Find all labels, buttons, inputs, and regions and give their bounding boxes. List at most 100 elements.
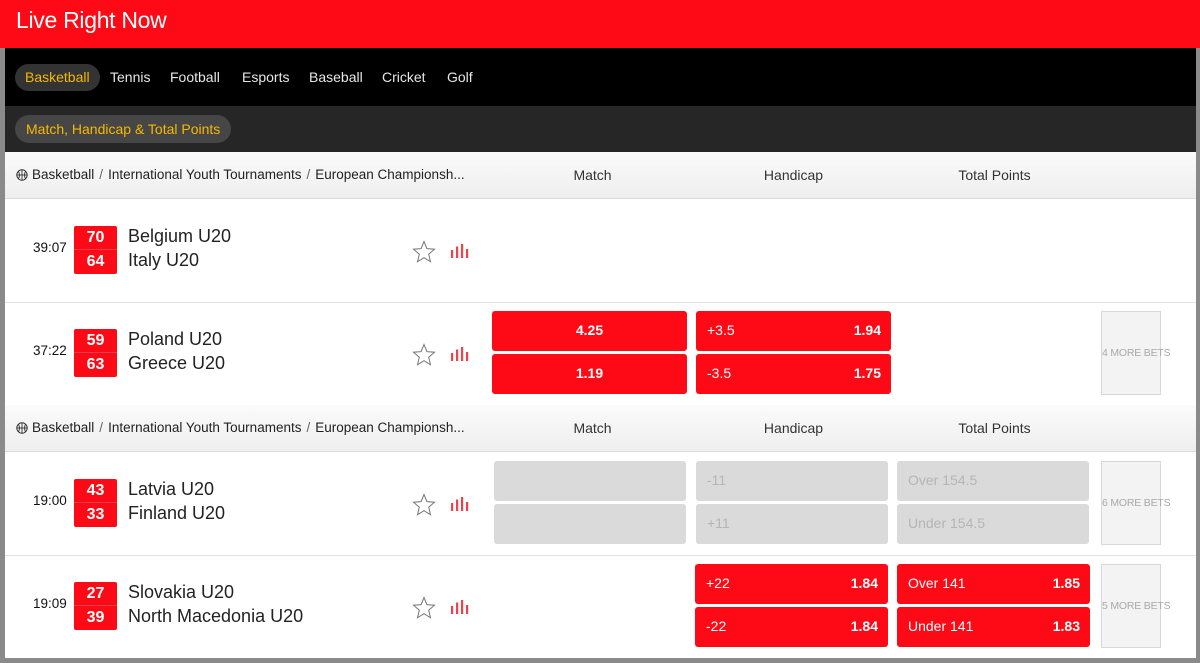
team-names[interactable]: Poland U20 Greece U20 [128, 327, 225, 375]
breadcrumb: Basketball / International Youth Tourname… [16, 420, 465, 435]
total-over-button[interactable]: Over 141 1.85 [897, 564, 1090, 604]
odds-value: 1.84 [850, 575, 878, 591]
handicap-line: -22 [706, 618, 727, 634]
odds-value: 4.25 [575, 322, 604, 338]
home-team: Slovakia U20 [128, 582, 235, 602]
column-header-match: Match [573, 167, 612, 183]
odds-button-away-suspended [494, 504, 686, 544]
favorite-star-icon[interactable] [412, 596, 436, 620]
home-score: 59 [74, 329, 117, 353]
handicap-button-home[interactable]: +3.5 1.94 [696, 311, 891, 351]
column-header-total-points: Total Points [958, 420, 1031, 436]
breadcrumb-competition[interactable]: European Championsh... [315, 167, 464, 182]
tab-cricket[interactable]: Cricket [372, 64, 436, 91]
handicap-button-away-suspended: +11 [696, 504, 888, 544]
event-row[interactable]: 19:00 43 33 Latvia U20 Finland U20 -11 +11… [5, 453, 1196, 556]
odds-value: 1.83 [1052, 618, 1080, 634]
basketball-icon [16, 168, 28, 181]
breadcrumb-category[interactable]: International Youth Tournaments [108, 420, 301, 435]
handicap-line: +11 [707, 515, 730, 531]
handicap-button-home-suspended: -11 [696, 461, 888, 501]
team-names[interactable]: Latvia U20 Finland U20 [128, 477, 225, 525]
handicap-line: -3.5 [707, 365, 732, 381]
scoreboard: 59 63 [74, 329, 117, 377]
stats-chart-icon[interactable] [451, 600, 469, 614]
favorite-star-icon[interactable] [412, 240, 436, 264]
breadcrumb-sport[interactable]: Basketball [32, 167, 94, 182]
scoreboard: 43 33 [74, 479, 117, 527]
breadcrumb-category[interactable]: International Youth Tournaments [108, 167, 301, 182]
tab-baseball[interactable]: Baseball [299, 64, 373, 91]
tab-tennis[interactable]: Tennis [100, 64, 160, 91]
breadcrumb-competition[interactable]: European Championsh... [315, 420, 464, 435]
handicap-line: +3.5 [707, 322, 735, 338]
page-title: Live Right Now [16, 7, 167, 33]
tab-basketball[interactable]: Basketball [15, 64, 100, 91]
total-under-button-suspended: Under 154.5 [897, 504, 1089, 544]
total-under-button[interactable]: Under 141 1.83 [897, 607, 1090, 647]
column-header-handicap: Handicap [763, 167, 824, 183]
home-team: Belgium U20 [128, 226, 232, 246]
favorite-star-icon[interactable] [412, 343, 436, 367]
game-clock: 37:22 [33, 343, 67, 358]
live-header: Live Right Now [0, 0, 1200, 48]
favorite-star-icon[interactable] [412, 493, 436, 517]
team-names[interactable]: Slovakia U20 North Macedonia U20 [128, 580, 303, 628]
basketball-icon [16, 421, 28, 434]
total-line: Over 141 [908, 575, 966, 591]
tab-football[interactable]: Football [160, 64, 230, 91]
column-header-handicap: Handicap [763, 420, 824, 436]
tab-esports[interactable]: Esports [232, 64, 299, 91]
market-filter-bar: Match, Handicap & Total Points [5, 106, 1196, 152]
market-filter-button[interactable]: Match, Handicap & Total Points [15, 115, 232, 143]
total-line: Under 141 [908, 618, 974, 634]
odds-button-home-suspended [494, 461, 686, 501]
away-score: 39 [86, 609, 105, 626]
event-row[interactable]: 39:07 70 64 Belgium U20 Italy U20 [5, 200, 1196, 303]
more-bets-button[interactable]: 6 MORE BETS [1101, 461, 1171, 545]
breadcrumb: Basketball / International Youth Tourname… [16, 167, 465, 182]
event-row[interactable]: 37:22 59 63 Poland U20 Greece U20 4.25 1.1… [5, 303, 1196, 406]
away-team: North Macedonia U20 [128, 606, 304, 626]
away-team: Italy U20 [128, 250, 200, 270]
more-bets-button[interactable]: 5 MORE BETS [1101, 564, 1171, 648]
handicap-button-home[interactable]: +22 1.84 [695, 564, 888, 604]
competition-header: Basketball / International Youth Tourname… [5, 152, 1196, 199]
odds-value: 1.85 [1052, 575, 1080, 591]
away-score: 33 [86, 506, 105, 523]
column-header-match: Match [573, 420, 612, 436]
stats-chart-icon[interactable] [451, 347, 469, 361]
stats-chart-icon[interactable] [451, 244, 469, 258]
handicap-line: +22 [706, 575, 730, 591]
home-team: Latvia U20 [128, 479, 215, 499]
handicap-button-away[interactable]: -22 1.84 [695, 607, 888, 647]
total-line: Under 154.5 [908, 515, 986, 531]
odds-value: 1.94 [853, 322, 881, 338]
away-score: 63 [86, 356, 105, 373]
more-bets-button[interactable]: 4 MORE BETS [1101, 311, 1171, 395]
home-score: 43 [74, 479, 117, 503]
game-clock: 19:00 [33, 493, 67, 508]
competition-header: Basketball / International Youth Tourname… [5, 405, 1196, 452]
odds-button-home[interactable]: 4.25 [492, 311, 687, 351]
handicap-line: -11 [707, 472, 727, 488]
sport-tabs: Basketball Tennis Football Esports Baseb… [5, 48, 1196, 106]
total-line: Over 154.5 [908, 472, 978, 488]
away-team: Greece U20 [128, 353, 226, 373]
home-score: 27 [74, 582, 117, 606]
home-score: 70 [74, 226, 117, 250]
scoreboard: 27 39 [74, 582, 117, 630]
breadcrumb-sport[interactable]: Basketball [32, 420, 94, 435]
tab-golf[interactable]: Golf [437, 64, 483, 91]
team-names[interactable]: Belgium U20 Italy U20 [128, 224, 231, 272]
home-team: Poland U20 [128, 329, 223, 349]
odds-value: 1.75 [853, 365, 881, 381]
column-header-total-points: Total Points [958, 167, 1031, 183]
game-clock: 19:09 [33, 596, 67, 611]
odds-value: 1.19 [575, 365, 604, 381]
event-row[interactable]: 19:09 27 39 Slovakia U20 North Macedonia U… [5, 556, 1196, 658]
handicap-button-away[interactable]: -3.5 1.75 [696, 354, 891, 394]
live-panel: Basketball Tennis Football Esports Baseb… [5, 48, 1196, 658]
stats-chart-icon[interactable] [451, 497, 469, 511]
odds-button-away[interactable]: 1.19 [492, 354, 687, 394]
